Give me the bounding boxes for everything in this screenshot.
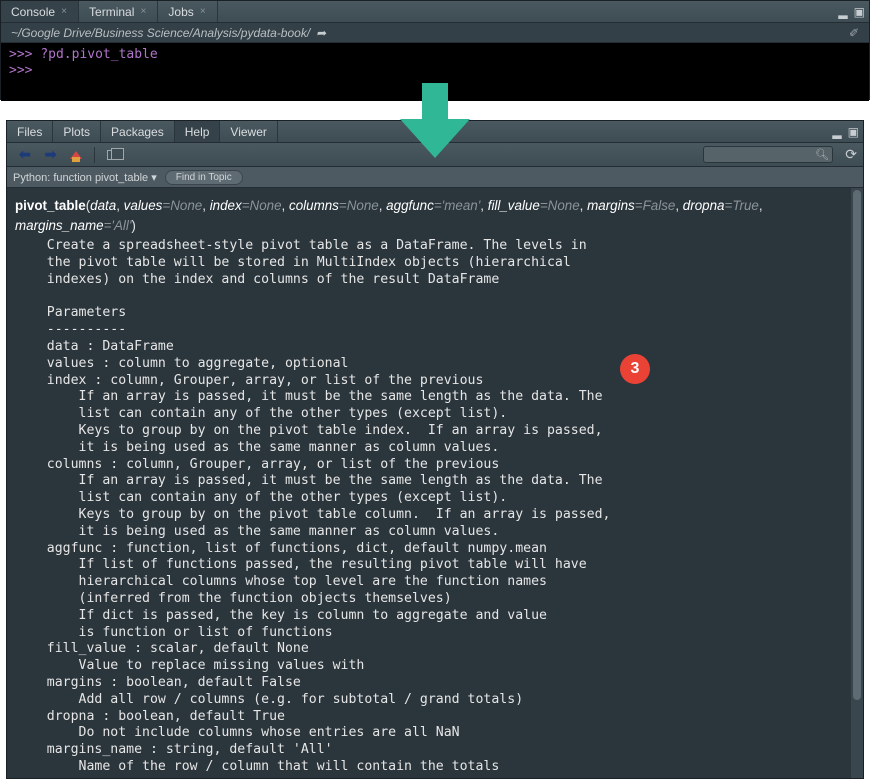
find-in-topic-button[interactable]: Find in Topic [165,170,243,185]
refresh-button[interactable]: ⟳ [845,146,857,163]
minimize-icon[interactable]: ▂ [832,125,841,139]
tab-console[interactable]: Console × [1,1,79,22]
forward-button[interactable]: ➡ [39,144,63,165]
window-controls: ▂ ▣ [832,121,859,142]
prompt: >>> [9,63,32,78]
separator [94,147,95,163]
search-icon[interactable]: 🔍︎ [815,148,829,161]
tab-label: Terminal [89,5,134,19]
open-folder-icon[interactable]: ➦ [314,26,327,40]
tab-files[interactable]: Files [7,121,53,142]
back-button[interactable]: ⬅ [13,144,37,165]
working-directory-bar: ~/Google Drive/Business Science/Analysis… [1,23,869,43]
tab-plots[interactable]: Plots [53,121,101,142]
topic-dropdown[interactable]: Python: function pivot_table [13,171,157,184]
tab-label: Files [17,125,42,139]
tab-label: Help [185,125,210,139]
flow-arrow-icon [400,83,470,158]
close-icon[interactable]: × [60,8,68,16]
scrollbar-track[interactable] [851,188,863,778]
maximize-icon[interactable]: ▣ [848,125,859,139]
tab-packages[interactable]: Packages [101,121,175,142]
help-content[interactable]: pivot_table(data, values=None, index=Non… [7,188,851,778]
scrollbar-thumb[interactable] [853,190,861,700]
topic-bar: Python: function pivot_table Find in Top… [7,167,863,188]
window-controls: ▂ ▣ [838,1,865,22]
clear-console-icon[interactable]: ✐ [849,26,859,40]
console-line: >>> ?pd.pivot_table [9,47,861,63]
home-icon [70,151,82,159]
console-line: >>> [9,63,861,79]
command-text: ?pd.pivot_table [40,47,157,62]
minimize-icon[interactable]: ▂ [838,5,847,19]
tab-label: Viewer [230,125,266,139]
tab-viewer[interactable]: Viewer [220,121,277,142]
new-window-icon [107,150,118,160]
working-directory[interactable]: ~/Google Drive/Business Science/Analysis… [11,26,310,40]
close-icon[interactable]: × [139,8,147,16]
tab-label: Console [11,5,55,19]
tab-jobs[interactable]: Jobs × [158,1,217,22]
search-input[interactable] [703,146,833,163]
tab-help[interactable]: Help [175,121,221,142]
step-badge: 3 [620,354,650,384]
function-signature: pivot_table(data, values=None, index=Non… [15,196,843,236]
tab-terminal[interactable]: Terminal × [79,1,158,22]
tab-label: Packages [111,125,164,139]
docstring: Create a spreadsheet-style pivot table a… [15,238,843,776]
new-window-button[interactable] [101,148,124,162]
help-panel: Files Plots Packages Help Viewer ▂ ▣ ⬅ ➡… [6,120,864,779]
tab-label: Plots [63,125,90,139]
search-wrap: 🔍︎ [703,146,833,163]
tab-label: Jobs [168,5,193,19]
console-tabbar: Console × Terminal × Jobs × ▂ ▣ [1,1,869,23]
maximize-icon[interactable]: ▣ [854,5,865,19]
home-button[interactable] [64,149,88,161]
prompt: >>> [9,47,32,62]
close-icon[interactable]: × [199,8,207,16]
